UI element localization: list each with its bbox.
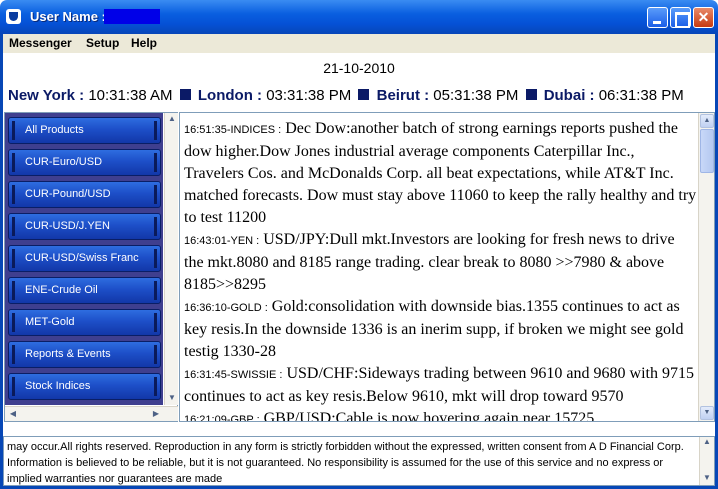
news-item: 16:36:10-GOLD : Gold:consolidation with … bbox=[184, 296, 698, 363]
news-timestamp: 16:21:09-GBP : bbox=[184, 414, 260, 422]
news-item: 16:43:01-YEN : USD/JPY:Dull mkt.Investor… bbox=[184, 229, 698, 296]
current-date: 21-10-2010 bbox=[323, 60, 395, 76]
window-frame-left bbox=[0, 34, 3, 489]
clock-time-london: 03:31:38 PM bbox=[266, 87, 352, 104]
sidebar-item-all-products[interactable]: All Products bbox=[8, 117, 161, 144]
square-separator-icon bbox=[525, 89, 537, 100]
scroll-up-arrow-icon[interactable]: ▲ bbox=[700, 437, 714, 446]
sidebar-item-euro-usd[interactable]: CUR-Euro/USD bbox=[8, 149, 161, 176]
news-timestamp: 16:43:01-YEN : bbox=[184, 235, 260, 247]
title-bar[interactable]: User Name : ✕ bbox=[0, 0, 718, 34]
menu-messenger[interactable]: Messenger bbox=[9, 36, 72, 50]
disclaimer-panel: may occur.All rights reserved. Reproduct… bbox=[3, 436, 715, 486]
news-vertical-scrollbar[interactable]: ▲ ▼ bbox=[698, 113, 714, 421]
sidebar-item-usd-swiss-franc[interactable]: CUR-USD/Swiss Franc bbox=[8, 245, 161, 272]
sidebar-vertical-scrollbar[interactable]: ▲ ▼ bbox=[164, 113, 178, 405]
scroll-down-arrow-icon[interactable]: ▼ bbox=[165, 393, 179, 402]
news-body: GBP/USD:Cable is now hovering again near… bbox=[263, 410, 595, 422]
news-timestamp: 16:36:10-GOLD : bbox=[184, 302, 268, 314]
scroll-up-arrow-icon[interactable]: ▲ bbox=[700, 114, 714, 128]
news-timestamp: 16:31:45-SWISSIE : bbox=[184, 369, 283, 381]
clock-time-beirut: 05:31:38 PM bbox=[433, 87, 519, 104]
square-separator-icon bbox=[358, 89, 370, 100]
app-shield-icon bbox=[6, 9, 21, 24]
clock-city-new-york: New York : bbox=[8, 87, 85, 104]
menu-setup[interactable]: Setup bbox=[86, 36, 119, 50]
news-item: 16:31:45-SWISSIE : USD/CHF:Sideways trad… bbox=[184, 363, 698, 408]
product-sidebar: All Products CUR-Euro/USD CUR-Pound/USD … bbox=[4, 112, 178, 422]
sidebar-item-stock-indices[interactable]: Stock Indices bbox=[8, 373, 161, 400]
scroll-up-arrow-icon[interactable]: ▲ bbox=[165, 114, 179, 123]
sidebar-item-usd-yen[interactable]: CUR-USD/J.YEN bbox=[8, 213, 161, 240]
news-feed[interactable]: 16:51:35-INDICES : Dec Dow:another batch… bbox=[179, 112, 715, 422]
sidebar-item-reports-events[interactable]: Reports & Events bbox=[8, 341, 161, 368]
sidebar-horizontal-scrollbar[interactable]: ◀ ▶ bbox=[5, 406, 178, 421]
sidebar-item-gold[interactable]: MET-Gold bbox=[8, 309, 161, 336]
clock-city-dubai: Dubai : bbox=[543, 87, 595, 104]
scroll-thumb[interactable] bbox=[700, 129, 714, 173]
sidebar-item-crude-oil[interactable]: ENE-Crude Oil bbox=[8, 277, 161, 304]
close-button[interactable]: ✕ bbox=[693, 7, 714, 28]
scroll-left-arrow-icon[interactable]: ◀ bbox=[6, 409, 20, 418]
menu-help[interactable]: Help bbox=[131, 36, 157, 50]
news-timestamp: 16:51:35-INDICES : bbox=[184, 124, 282, 136]
product-list: All Products CUR-Euro/USD CUR-Pound/USD … bbox=[5, 113, 163, 405]
user-name-field bbox=[104, 9, 160, 24]
square-separator-icon bbox=[179, 89, 191, 100]
minimize-button[interactable] bbox=[647, 7, 668, 28]
menu-bar: Messenger Setup Help bbox=[3, 34, 715, 54]
clock-time-new-york: 10:31:38 AM bbox=[88, 87, 173, 104]
clock-time-dubai: 06:31:38 PM bbox=[598, 87, 684, 104]
window-title: User Name : bbox=[30, 9, 106, 24]
news-list: 16:51:35-INDICES : Dec Dow:another batch… bbox=[184, 118, 698, 422]
sidebar-item-pound-usd[interactable]: CUR-Pound/USD bbox=[8, 181, 161, 208]
disclaimer-text: may occur.All rights reserved. Reproduct… bbox=[7, 441, 684, 485]
scroll-down-arrow-icon[interactable]: ▼ bbox=[700, 406, 714, 420]
news-item: 16:21:09-GBP : GBP/USD:Cable is now hove… bbox=[184, 408, 698, 422]
clock-city-beirut: Beirut : bbox=[376, 87, 430, 104]
clock-city-london: London : bbox=[197, 87, 263, 104]
scroll-right-arrow-icon[interactable]: ▶ bbox=[149, 409, 163, 418]
world-clocks: New York : 10:31:38 AM London : 03:31:38… bbox=[8, 87, 684, 104]
scroll-down-arrow-icon[interactable]: ▼ bbox=[700, 473, 714, 482]
news-item: 16:51:35-INDICES : Dec Dow:another batch… bbox=[184, 118, 698, 229]
maximize-button[interactable] bbox=[670, 7, 691, 28]
disclaimer-scrollbar[interactable]: ▲ ▼ bbox=[699, 437, 714, 485]
